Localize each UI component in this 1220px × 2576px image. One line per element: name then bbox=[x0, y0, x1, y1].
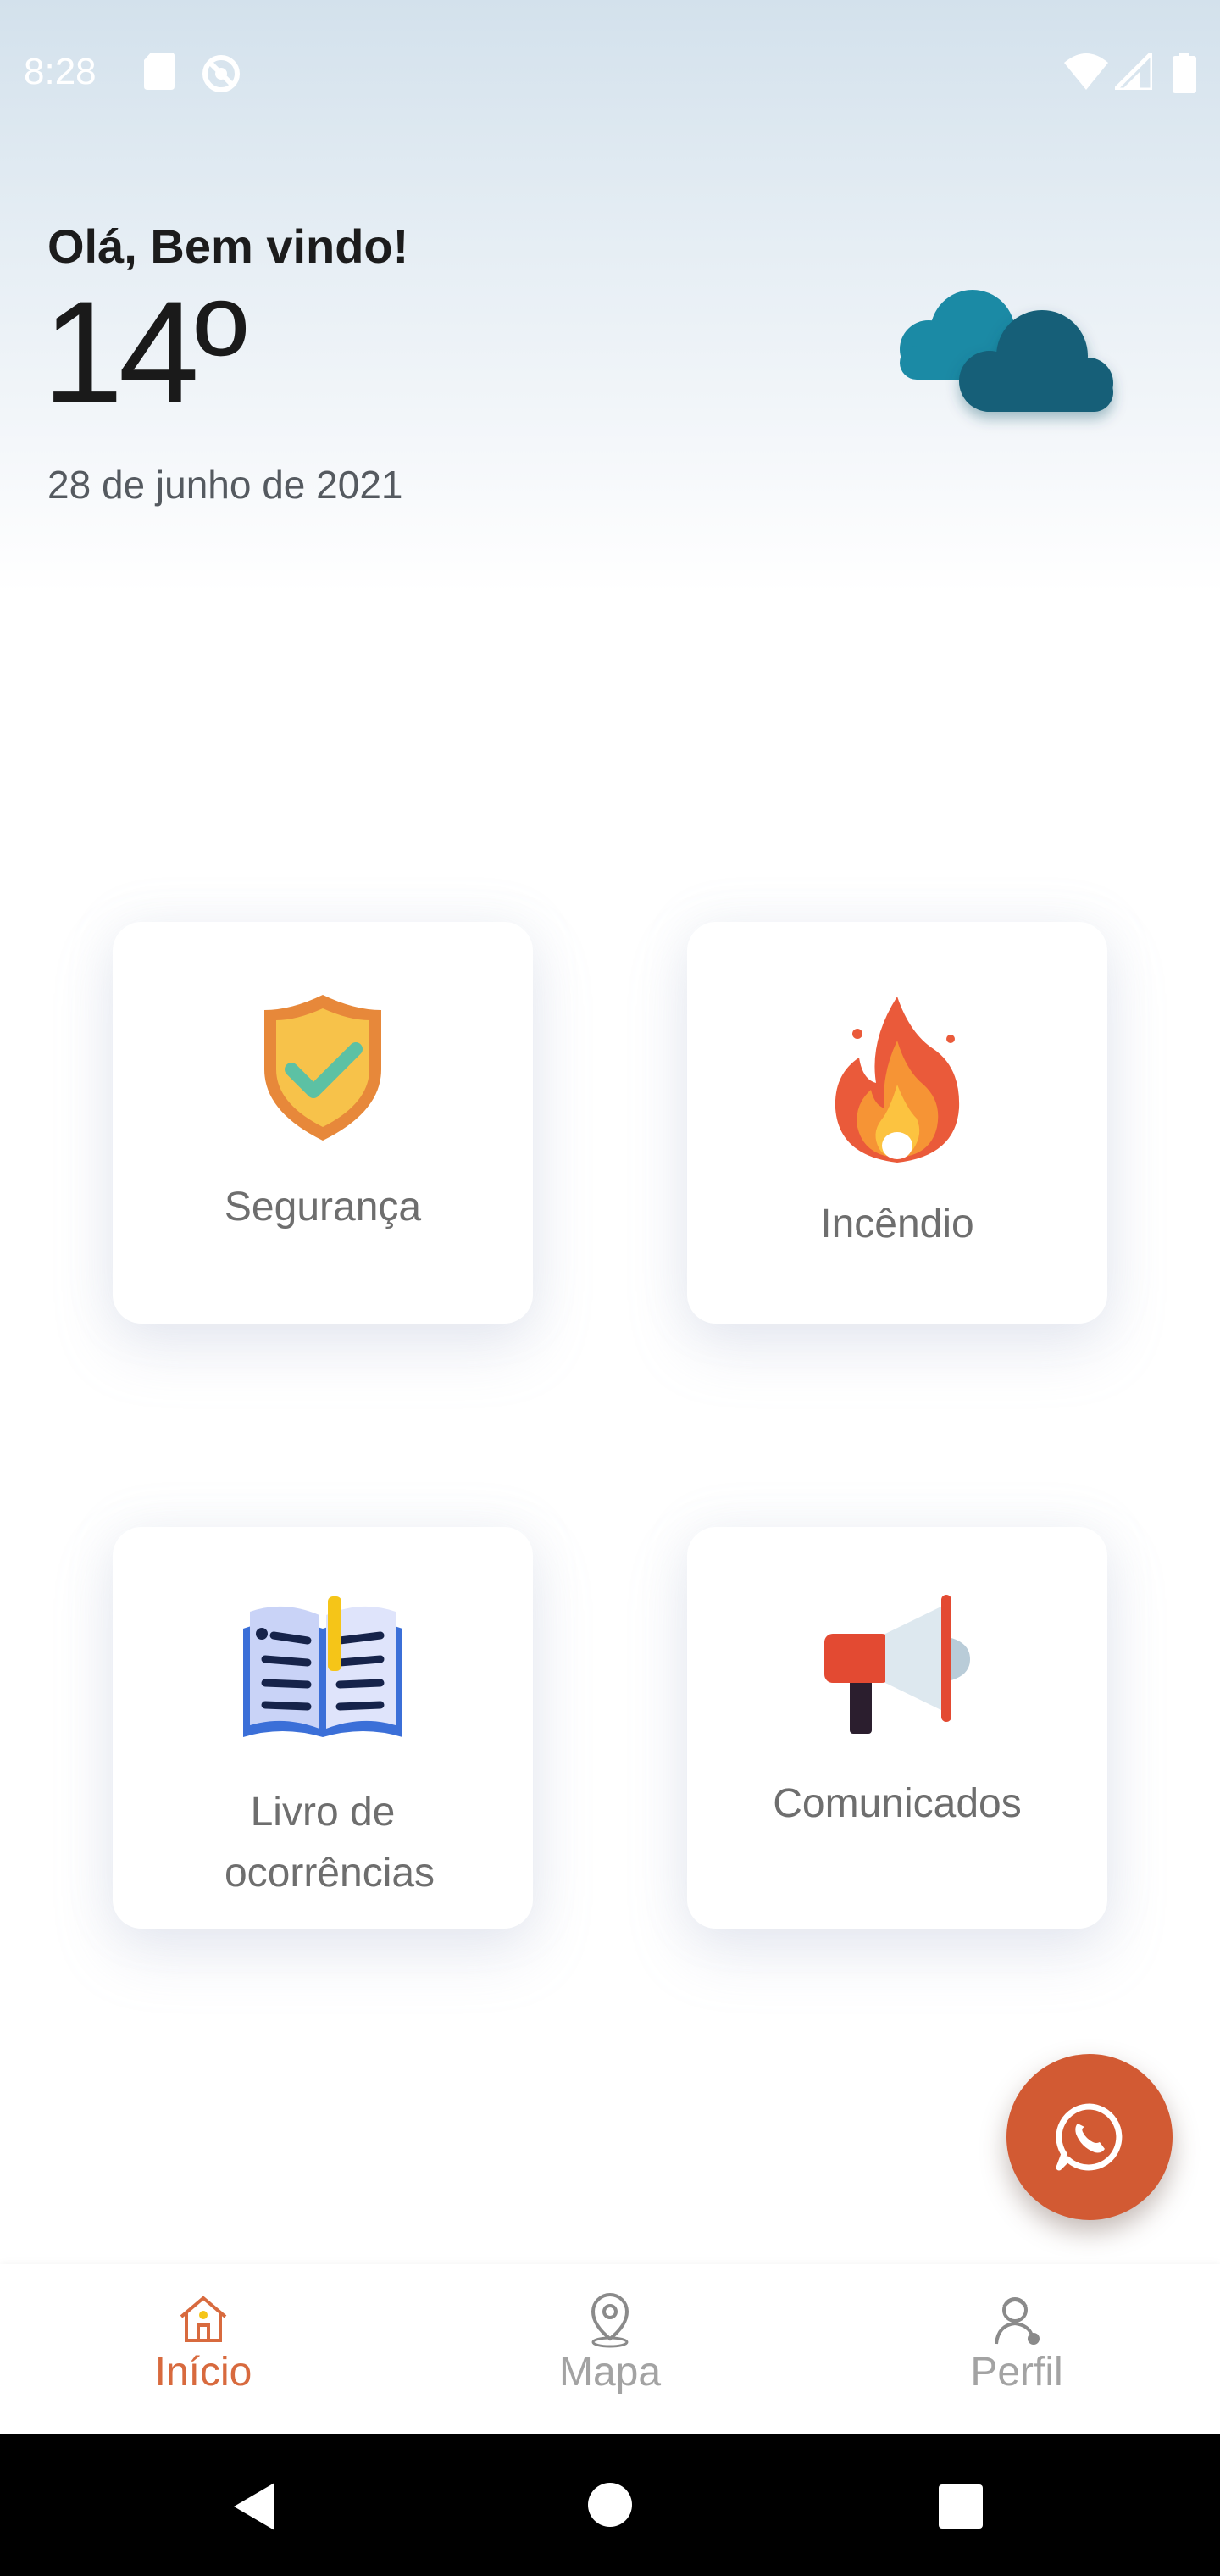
card-seguranca[interactable]: Segurança bbox=[113, 922, 533, 1324]
whatsapp-button[interactable] bbox=[1006, 2054, 1173, 2220]
current-date: 28 de junho de 2021 bbox=[47, 463, 403, 507]
nav-item-perfil[interactable]: Perfil bbox=[813, 2264, 1220, 2434]
fire-icon bbox=[835, 997, 960, 1163]
nav-item-mapa[interactable]: Mapa bbox=[407, 2264, 813, 2434]
nav-label: Perfil bbox=[970, 2350, 1063, 2395]
map-pin-icon bbox=[591, 2292, 629, 2348]
signal-icon bbox=[1115, 53, 1152, 90]
nav-item-inicio[interactable]: Início bbox=[0, 2264, 407, 2434]
card-label: Segurança bbox=[224, 1185, 422, 1230]
whatsapp-icon bbox=[1056, 2103, 1123, 2171]
card-label: Comunicados bbox=[773, 1781, 1022, 1826]
card-livro-ocorrencias[interactable]: Livro de ocorrências bbox=[113, 1527, 533, 1929]
temperature: 14º bbox=[42, 271, 247, 434]
profile-icon bbox=[995, 2297, 1040, 2345]
card-incendio[interactable]: Incêndio bbox=[687, 922, 1107, 1324]
home-circle-icon[interactable] bbox=[588, 2483, 632, 2527]
status-time: 8:28 bbox=[24, 51, 97, 92]
shield-check-icon bbox=[264, 995, 381, 1141]
open-book-icon bbox=[243, 1596, 402, 1737]
card-label-line2: ocorrências bbox=[224, 1851, 435, 1896]
home-icon bbox=[180, 2296, 227, 2342]
card-label-line1: Livro de bbox=[250, 1790, 396, 1835]
status-bar: 8:28 bbox=[0, 0, 1220, 144]
card-label: Incêndio bbox=[820, 1202, 974, 1246]
card-comunicados[interactable]: Comunicados bbox=[687, 1527, 1107, 1929]
cloud-icon bbox=[900, 290, 1113, 412]
megaphone-icon bbox=[824, 1595, 970, 1734]
greeting-text: Olá, Bem vindo! bbox=[47, 219, 409, 273]
sd-card-icon bbox=[144, 53, 175, 90]
back-icon[interactable] bbox=[230, 2481, 278, 2532]
bottom-navigation: Início Mapa Perfil bbox=[0, 2264, 1220, 2434]
system-navigation-bar bbox=[0, 2434, 1220, 2576]
sync-disabled-icon bbox=[202, 55, 240, 92]
battery-icon bbox=[1173, 53, 1196, 93]
wifi-icon bbox=[1064, 53, 1108, 90]
nav-label: Mapa bbox=[558, 2350, 662, 2395]
recents-icon[interactable] bbox=[939, 2484, 983, 2529]
nav-label: Início bbox=[154, 2350, 252, 2395]
